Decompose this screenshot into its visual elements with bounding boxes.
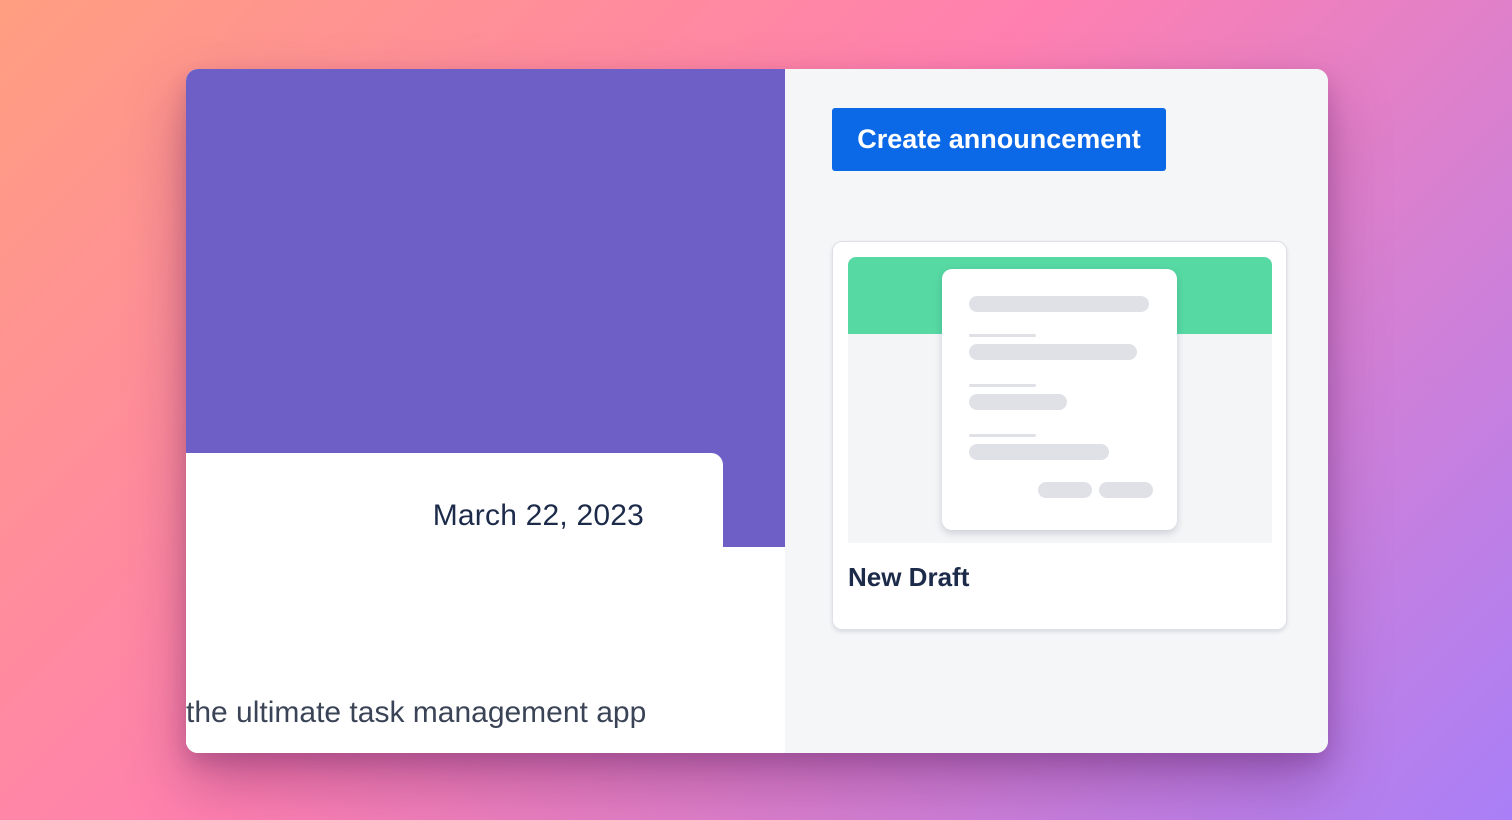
draft-title: New Draft — [848, 562, 970, 592]
announcement-body-text: the ultimate task management app — [186, 696, 647, 729]
skeleton-label — [969, 334, 1036, 337]
skeleton-line — [969, 344, 1137, 360]
skeleton-line — [969, 444, 1109, 460]
skeleton-button — [1038, 482, 1092, 498]
draft-thumbnail — [848, 257, 1272, 543]
announcement-preview-pane: March 22, 2023 the ultimate task managem… — [186, 69, 785, 753]
announcement-sidebar: Create announcement New Draft — [785, 69, 1328, 753]
skeleton-line — [969, 296, 1149, 312]
announcement-card: March 22, 2023 the ultimate task managem… — [186, 453, 723, 753]
app-window: March 22, 2023 the ultimate task managem… — [186, 69, 1328, 753]
draft-thumbnail-document — [942, 269, 1177, 530]
skeleton-button — [1099, 482, 1153, 498]
skeleton-label — [969, 384, 1036, 387]
skeleton-label — [969, 434, 1036, 437]
create-announcement-button[interactable]: Create announcement — [832, 108, 1166, 171]
draft-card[interactable]: New Draft — [832, 241, 1287, 630]
skeleton-line — [969, 394, 1067, 410]
announcement-date: March 22, 2023 — [432, 499, 644, 532]
